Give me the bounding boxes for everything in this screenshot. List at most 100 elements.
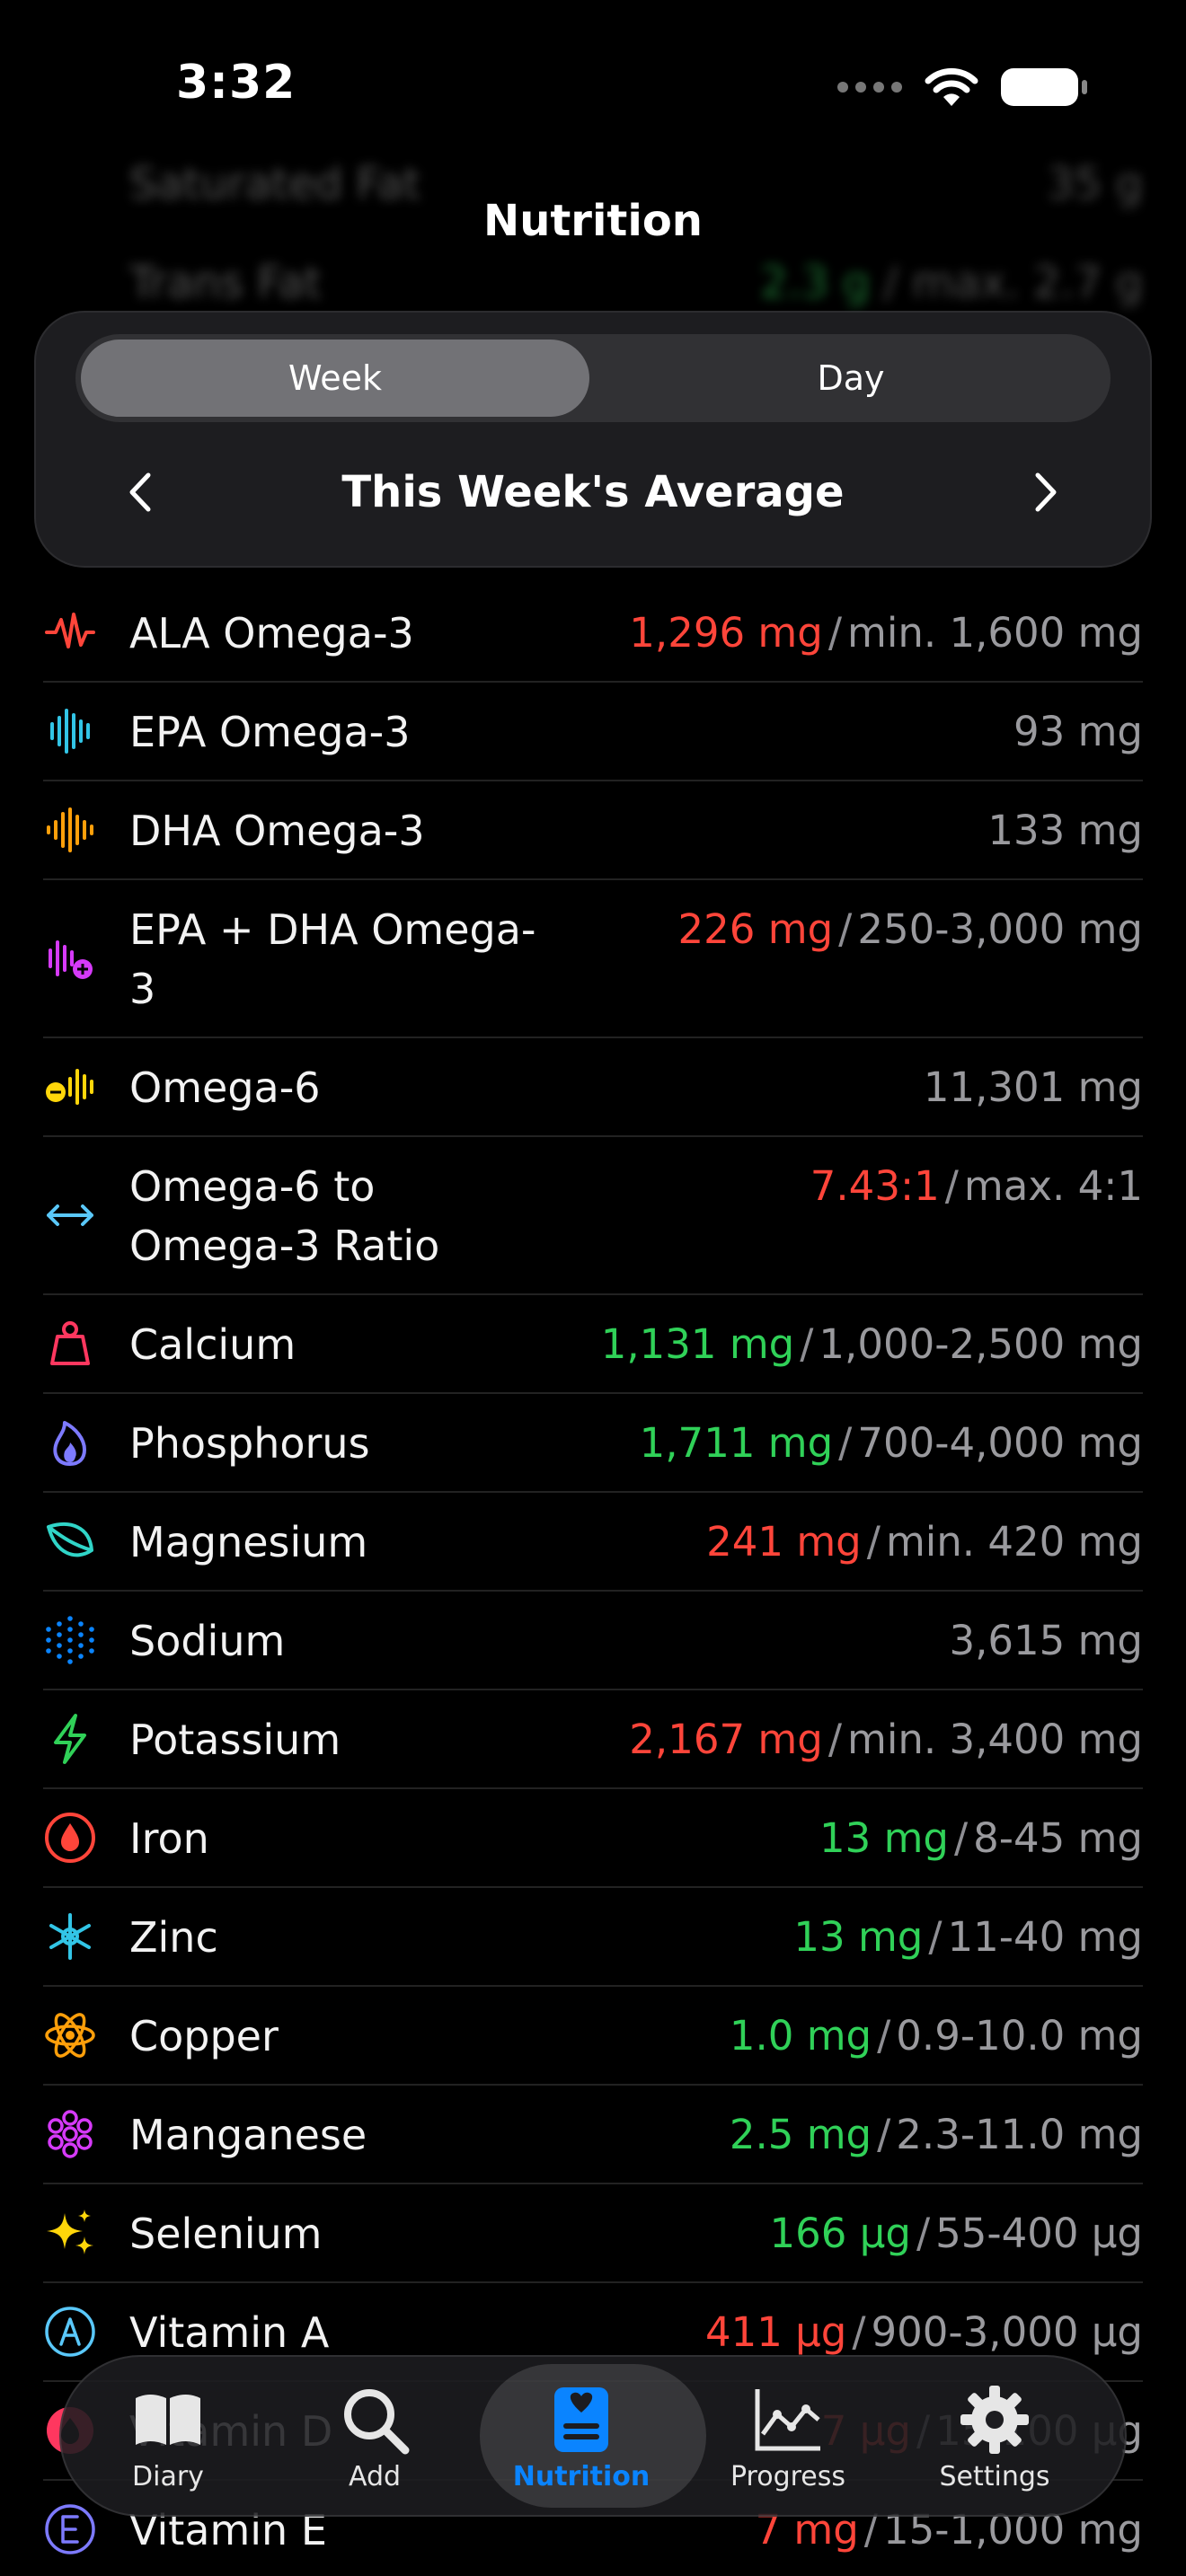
nutrient-row[interactable]: Selenium 166 µg/55-400 µg [43, 2184, 1143, 2283]
tab-label: Nutrition [512, 2461, 651, 2492]
magnifier-icon [344, 2389, 410, 2455]
nutrient-row[interactable]: Omega-6 to Omega-3 Ratio 7.43:1/max. 4:1 [43, 1137, 1143, 1295]
tab-settings[interactable]: Settings [891, 2355, 1098, 2517]
sparkles-icon [47, 2210, 93, 2254]
nutrient-name: Copper [129, 2012, 279, 2060]
nutrient-name: Manganese [129, 2111, 367, 2159]
dha-waveform-icon [47, 807, 93, 852]
nutrient-amount: 1,131 mg [600, 1320, 795, 1368]
nutrient-row[interactable]: DHA Omega-3 133 mg [43, 781, 1143, 880]
omega6-waveform-minus-icon [46, 1069, 93, 1105]
nutrient-name: DHA Omega-3 [129, 807, 425, 855]
nutrient-name: EPA Omega-3 [129, 708, 411, 756]
drop-circle-icon [45, 1813, 95, 1863]
nutrient-value: 13 mg/8-45 mg [819, 1809, 1143, 1868]
nutrient-value: 226 mg/250-3,000 mg [678, 900, 1143, 959]
nutrient-row[interactable]: Copper 1.0 mg/0.9-10.0 mg [43, 1987, 1143, 2086]
nutrient-value: 13 mg/11-40 mg [793, 1908, 1143, 1967]
value-separator: / [944, 1162, 959, 1210]
nutrient-row[interactable]: Phosphorus 1,711 mg/700-4,000 mg [43, 1394, 1143, 1493]
nutrient-amount: 93 mg [1013, 708, 1143, 755]
nutrient-value: 1.0 mg/0.9-10.0 mg [730, 2007, 1143, 2066]
period-label: This Week's Average [341, 467, 845, 517]
nutrient-target: min. 1,600 mg [847, 609, 1143, 657]
nutrient-target: min. 3,400 mg [847, 1716, 1143, 1763]
nutrient-name: Magnesium [129, 1518, 368, 1566]
nutrient-amount: 2,167 mg [629, 1716, 823, 1763]
value-separator: / [877, 2111, 891, 2158]
tab-label: Diary [132, 2461, 204, 2492]
nutrient-name: ALA Omega-3 [129, 609, 414, 657]
ghost-row-value: 2.3 g / max. 2.7 g [760, 258, 1143, 308]
nutrient-row[interactable]: Iron 13 mg/8-45 mg [43, 1789, 1143, 1888]
nutrient-row[interactable]: Magnesium 241 mg / min. 420 mg [43, 1493, 1143, 1592]
nutrient-name: Zinc [129, 1913, 218, 1962]
nutrient-name: Potassium [129, 1716, 341, 1764]
tab-progress[interactable]: Progress [685, 2355, 891, 2517]
flame-icon [53, 1421, 86, 1466]
tab-diary[interactable]: Diary [65, 2355, 271, 2517]
nutrient-value: 11,301 mg [924, 1058, 1143, 1117]
nutrient-amount: 226 mg [677, 905, 834, 953]
nutrient-target: 0.9-10.0 mg [896, 2012, 1143, 2060]
week-day-segmented-control: Week Day [75, 334, 1111, 422]
nutrient-row[interactable]: Zinc 13 mg/11-40 mg [43, 1888, 1143, 1987]
page-title: Nutrition [483, 196, 703, 246]
nutrient-value: 93 mg [1013, 702, 1143, 762]
nutrient-value: 1,711 mg/700-4,000 mg [640, 1414, 1143, 1473]
chart-line-icon [755, 2389, 820, 2451]
weight-icon [50, 1321, 90, 1365]
value-separator: / [916, 2210, 931, 2257]
nutrient-amount: 1,296 mg [629, 609, 823, 657]
nutrient-row[interactable]: Calcium 1,131 mg/1,000-2,500 mg [43, 1295, 1143, 1394]
value-separator: / [828, 1716, 842, 1763]
nutrient-value: 2,167 mg / min. 3,400 mg [629, 1710, 1143, 1769]
tab-label: Settings [939, 2461, 1050, 2492]
nutrient-name: Vitamin A [129, 2308, 330, 2357]
segment-day[interactable]: Day [597, 340, 1105, 417]
leaf-icon [47, 1522, 93, 1557]
value-separator: / [838, 905, 853, 953]
epa-dha-waveform-plus-icon [49, 940, 93, 979]
nutrient-value: 133 mg [987, 801, 1143, 860]
status-time: 3:32 [176, 56, 296, 110]
nutrition-label-icon [554, 2387, 608, 2452]
nutrient-amount: 13 mg [793, 1913, 924, 1961]
tab-nutrition[interactable]: Nutrition [478, 2355, 685, 2517]
status-bar: 3:32 [0, 0, 1186, 171]
hexagon-cluster-icon [48, 2110, 93, 2158]
nutrient-row[interactable]: Sodium 3,615 mg [43, 1592, 1143, 1690]
nutrient-value: 241 mg / min. 420 mg [706, 1513, 1143, 1572]
nutrient-target: 2.3-11.0 mg [896, 2111, 1143, 2158]
segment-week[interactable]: Week [81, 340, 589, 417]
nutrient-target: 1,000-2,500 mg [819, 1320, 1143, 1368]
wifi-icon [925, 67, 978, 106]
left-right-arrow-icon [47, 1204, 93, 1226]
nutrient-value: 7.43:1/max. 4:1 [810, 1157, 1143, 1216]
tab-add[interactable]: Add [271, 2355, 478, 2517]
nutrient-target: 900-3,000 µg [871, 2308, 1143, 2356]
value-separator: / [828, 609, 842, 657]
gear-icon [960, 2386, 1029, 2454]
value-separator: / [953, 1814, 969, 1862]
nutrient-target: 700-4,000 mg [857, 1419, 1143, 1467]
nutrient-row[interactable]: Potassium 2,167 mg / min. 3,400 mg [43, 1690, 1143, 1789]
nutrient-name: EPA + DHA Omega-3 [129, 905, 536, 1013]
nutrient-name: Calcium [129, 1320, 296, 1369]
nutrient-amount: 411 µg [704, 2308, 847, 2356]
nutrient-row[interactable]: EPA Omega-3 93 mg [43, 683, 1143, 781]
snowflake-asterisk-icon [49, 1913, 91, 1960]
tab-label: Add [348, 2461, 402, 2492]
ala-waveform-icon [45, 613, 95, 648]
nutrient-name: Phosphorus [129, 1419, 370, 1468]
nutrient-row[interactable]: Manganese 2.5 mg/2.3-11.0 mg [43, 2086, 1143, 2184]
nutrient-row[interactable]: ALA Omega-3 1,296 mg / min. 1,600 mg [43, 584, 1143, 683]
nutrient-value: 1,131 mg/1,000-2,500 mg [601, 1315, 1143, 1374]
tab-bar: Diary Add Nutrition Progress Settings [59, 2355, 1127, 2517]
nutrient-row[interactable]: Omega-6 11,301 mg [43, 1038, 1143, 1137]
nutrient-name: Iron [129, 1814, 209, 1863]
nutrient-row[interactable]: EPA + DHA Omega-3 226 mg/250-3,000 mg [43, 880, 1143, 1038]
next-period-button[interactable] [1019, 465, 1073, 519]
value-separator: / [852, 2308, 866, 2356]
nutrient-amount: 1.0 mg [729, 2012, 872, 2060]
